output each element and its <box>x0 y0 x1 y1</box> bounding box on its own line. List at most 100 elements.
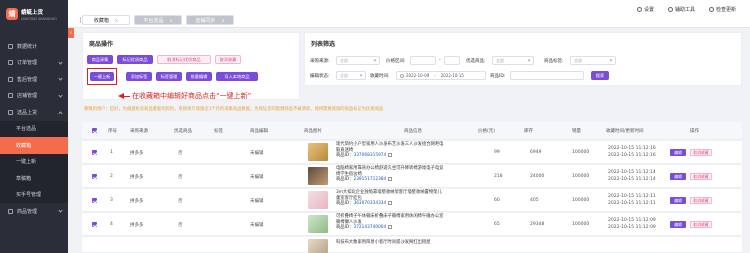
sidebar-item-orders[interactable]: 订单管理 <box>0 55 68 72</box>
product-thumbnail[interactable] <box>308 239 328 253</box>
item-id-link[interactable]: 337068315974 <box>353 153 386 158</box>
cancel-favorite-button[interactable]: 取消收藏 <box>690 149 712 156</box>
edit-button[interactable]: 编辑 <box>670 197 686 204</box>
sidebar-item-products[interactable]: 商品管理 <box>0 203 68 220</box>
logo-icon: 蜻 <box>6 8 18 20</box>
copy-icon[interactable] <box>388 225 393 229</box>
item-id-input[interactable] <box>510 71 584 80</box>
chevron-down-icon <box>58 208 63 213</box>
chevron-down-icon <box>373 58 377 62</box>
product-thumbnail[interactable] <box>308 143 328 161</box>
annotation-text: 在收藏箱中编辑好商品点击“一键上新” <box>132 92 252 100</box>
close-icon[interactable]: × <box>221 18 224 23</box>
tag-manage-button[interactable]: 标签管理 <box>156 72 182 81</box>
sidebar-item-publish[interactable]: 一键上新 <box>0 153 68 170</box>
row-checkbox[interactable] <box>92 150 97 155</box>
sidebar: 蜻 蜻蜓上货 QINGTING SHANGHUO 数据统计 订单管理 售后管理 … <box>0 0 68 253</box>
sidebar-item-favorites[interactable]: 收藏箱 <box>0 137 68 154</box>
box-icon <box>8 109 13 115</box>
update-button[interactable]: 检查更新 <box>708 6 736 13</box>
source-select[interactable]: 全部 <box>336 56 380 65</box>
brand-name: 蜻蜓上货 <box>21 9 44 16</box>
brand-logo: 蜻 蜻蜓上货 QINGTING SHANGHUO <box>0 0 68 28</box>
item-id-link[interactable]: 239151712384 <box>353 177 386 182</box>
edit-button[interactable]: 编辑 <box>670 173 686 180</box>
tag-select[interactable]: 全部 <box>570 56 616 65</box>
table-row: 科技布大象家用简易小客厅时尚提沙发网红出租屋 <box>82 237 742 253</box>
sidebar-item-drafts[interactable]: 草稿箱 <box>0 170 68 187</box>
copy-icon[interactable] <box>388 153 393 157</box>
collapse-sidebar-button[interactable]: ‹ <box>68 28 74 38</box>
add-tag-button[interactable]: 添加标签 <box>126 72 152 81</box>
highlight-box <box>87 68 117 85</box>
unfavorite-button[interactable]: 取消收藏 <box>215 55 241 64</box>
product-thumbnail[interactable] <box>308 167 328 185</box>
price-separator: - <box>439 58 441 63</box>
cancel-favorite-button[interactable]: 取消收藏 <box>690 221 712 228</box>
sidebar-item-shops[interactable]: 店铺管理 <box>0 88 68 105</box>
tab-sync[interactable]: 店铺同步 × <box>186 15 234 25</box>
chart-icon <box>8 43 13 49</box>
copy-icon[interactable] <box>388 201 393 205</box>
order-icon <box>8 60 13 66</box>
chevron-down-icon <box>58 76 63 81</box>
tab-favorites[interactable]: 收藏箱 × <box>82 15 130 25</box>
sidebar-item-buyers[interactable]: 买手号管理 <box>0 186 68 203</box>
date-range-picker[interactable]: 2022-10-09 - 2022-10-15 <box>396 71 486 80</box>
sidebar-item-stats[interactable]: 数据统计 <box>0 38 68 55</box>
tag-label: 商品标签: <box>544 59 564 64</box>
clock-icon <box>400 73 404 78</box>
unmark-quality-button[interactable]: 取消标记优质商品 <box>157 55 211 64</box>
annotation-arrow-line <box>122 96 130 97</box>
settings-button[interactable]: 设置 <box>636 6 654 13</box>
select-all-checkbox[interactable] <box>92 128 97 133</box>
chevron-down-icon <box>527 58 531 62</box>
cancel-favorite-button[interactable]: 取消收藏 <box>690 197 712 204</box>
sidebar-item-aftersale[interactable]: 售后管理 <box>0 71 68 88</box>
edit-button[interactable]: 编辑 <box>670 149 686 156</box>
import-local-button[interactable]: 导入本地商品 <box>216 72 258 81</box>
edit-button[interactable]: 编辑 <box>670 221 686 228</box>
service-icon <box>8 76 13 82</box>
sidebar-item-platform[interactable]: 平台选品 <box>0 120 68 137</box>
filter-title: 列表筛选 <box>311 41 336 48</box>
search-button[interactable]: 搜索 <box>591 71 609 80</box>
close-icon[interactable]: × <box>115 18 118 23</box>
chevron-down-icon <box>58 92 63 98</box>
copy-icon[interactable] <box>388 177 393 181</box>
retention-notice: 尊敬的用户：您好，为规避机有商品重复的风险，系统将只保留近3个月的采集商品数据，… <box>84 107 384 112</box>
product-thumbnail[interactable] <box>308 191 328 209</box>
quality-select[interactable]: 全部 <box>492 56 534 65</box>
shop-icon <box>8 93 13 99</box>
item-id-link[interactable]: 363070334334 <box>353 201 386 206</box>
refresh-icon <box>708 7 714 12</box>
edit-status-select[interactable]: 全部 <box>336 71 366 80</box>
table-row: 2 拼多多 否 未编辑 电脑椅家用靠背办公椅舒适久坐可升降转椅游戏电子电竞椅学生… <box>82 165 742 188</box>
table-row: 1 拼多多 否 未编辑 现代简约小户型家用人沙发布艺沙发三人沙发组合网吧电脑直迷… <box>82 141 742 164</box>
mark-quality-button[interactable]: 标记优质商品 <box>117 55 153 64</box>
row-checkbox[interactable] <box>92 198 97 203</box>
source-label: 采购来源: <box>310 59 330 64</box>
tool-icon <box>667 7 673 12</box>
price-max-input[interactable] <box>444 56 460 65</box>
tools-button[interactable]: 辅助工具 <box>667 6 695 13</box>
product-thumbnail[interactable] <box>308 215 328 233</box>
sidebar-item-selection[interactable]: 选品上货 <box>0 104 68 121</box>
table-row: 4 拼多多 否 未编辑 可折叠椅子午休躺床折叠床子躺椅家用休闲椅午睡办公室躺椅懒… <box>82 213 742 236</box>
collect-button[interactable]: 商品采集 <box>87 55 113 64</box>
edit-status-label: 编辑状态: <box>310 74 330 79</box>
cancel-favorite-button[interactable]: 取消收藏 <box>690 173 712 180</box>
row-checkbox[interactable] <box>92 174 97 179</box>
chevron-down-icon <box>609 58 613 62</box>
item-id-link[interactable]: 372143740004 <box>353 225 386 230</box>
chevron-down-icon <box>58 59 63 65</box>
batch-edit-button[interactable]: 批量编辑 <box>186 72 212 81</box>
item-id-label: 商品ID: <box>490 74 506 79</box>
gear-icon <box>636 7 642 12</box>
close-icon[interactable]: × <box>169 18 172 23</box>
chevron-down-icon <box>359 73 363 77</box>
row-checkbox[interactable] <box>92 222 97 227</box>
price-min-input[interactable] <box>410 56 436 65</box>
quality-label: 优选商品: <box>466 59 486 64</box>
tab-platform[interactable]: 平台选品 × <box>134 15 182 25</box>
